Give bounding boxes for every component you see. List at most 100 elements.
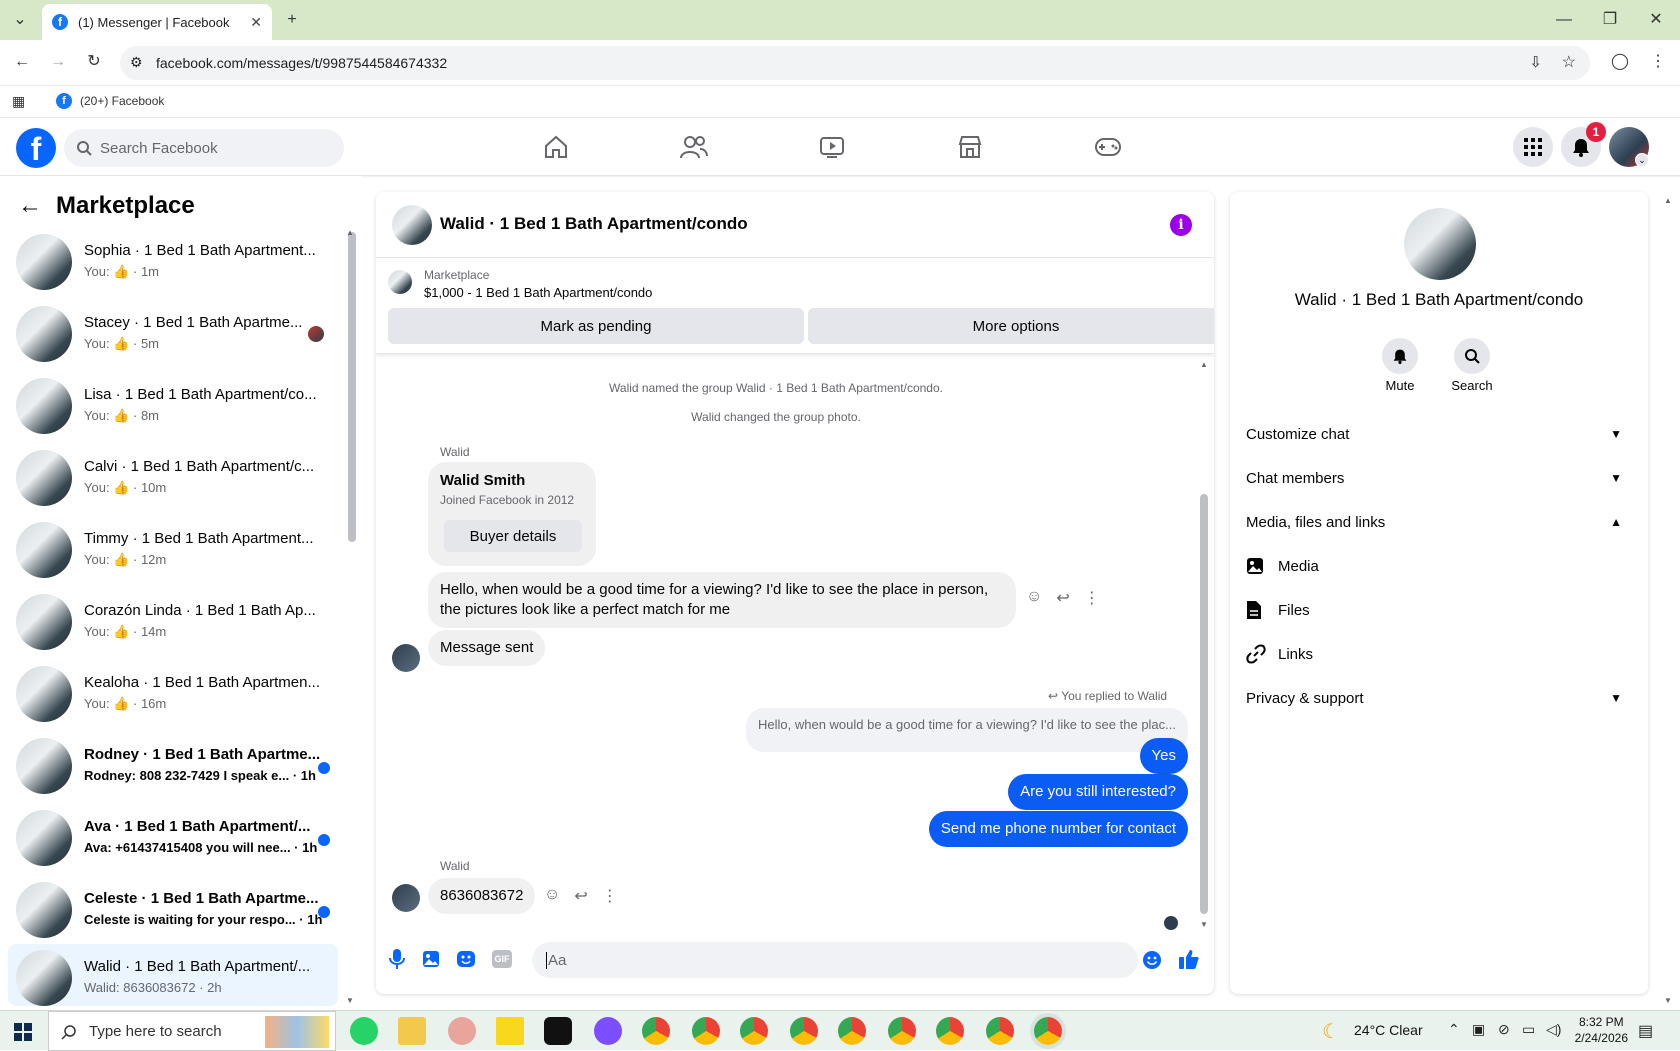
meet-icon[interactable]: ▣ (1472, 1021, 1485, 1038)
customize-chat-row[interactable]: Customize chat ▼ (1246, 416, 1630, 452)
tray-chevron-icon[interactable]: ⌃ (1448, 1021, 1460, 1038)
facebook-logo-icon[interactable]: f (16, 128, 56, 168)
incoming-message[interactable]: Hello, when would be a good time for a v… (428, 572, 1016, 628)
files-item[interactable]: Files (1246, 592, 1630, 628)
chat-title[interactable]: Walid · 1 Bed 1 Bath Apartment/condo (440, 214, 748, 234)
facebook-search-input[interactable]: Search Facebook (64, 129, 344, 167)
account-chevron-icon[interactable]: ⌄ (1635, 153, 1649, 167)
chrome-profile-icon[interactable] (838, 1017, 866, 1045)
menu-grid-icon[interactable] (1513, 127, 1553, 167)
page-scroll-down-icon[interactable]: ▼ (1664, 996, 1672, 1005)
video-icon[interactable] (814, 130, 850, 164)
thumbs-up-send-icon[interactable] (1178, 948, 1200, 970)
media-item[interactable]: Media (1246, 548, 1630, 584)
reply-icon[interactable]: ↩ (574, 886, 587, 906)
chat-scrollbar[interactable] (1200, 494, 1208, 914)
display-icon[interactable]: ▭ (1522, 1021, 1535, 1038)
apps-grid-icon[interactable]: ▦ (12, 93, 25, 110)
react-icon[interactable]: ☺ (1026, 588, 1042, 608)
sender-avatar[interactable] (392, 884, 420, 912)
sticker-icon[interactable] (456, 950, 476, 968)
outgoing-message[interactable]: Yes (1139, 738, 1188, 774)
more-icon[interactable]: ⋮ (602, 886, 618, 906)
gif-icon[interactable]: GIF (492, 950, 512, 968)
quoted-message[interactable]: Hello, when would be a good time for a v… (746, 708, 1188, 752)
friends-icon[interactable] (676, 130, 712, 164)
search-conversation-icon[interactable] (1454, 338, 1490, 374)
app-icon[interactable] (448, 1017, 476, 1045)
conversation-item[interactable]: Sophia · 1 Bed 1 Bath Apartment... You: … (8, 228, 338, 298)
outgoing-message[interactable]: Are you still interested? (1008, 774, 1188, 810)
emoji-icon[interactable] (1142, 950, 1162, 970)
conversation-item[interactable]: Rodney · 1 Bed 1 Bath Apartme... Rodney:… (8, 732, 338, 802)
weather-text[interactable]: 24°C Clear (1354, 1022, 1423, 1038)
forward-icon[interactable]: → (46, 50, 70, 74)
photo-icon[interactable] (422, 950, 440, 968)
chrome-profile-icon[interactable] (936, 1017, 964, 1045)
whatsapp-icon[interactable] (350, 1017, 378, 1045)
chat-scroll-up-icon[interactable]: ▲ (1200, 360, 1208, 369)
profile-icon[interactable]: ◯ (1608, 50, 1632, 74)
reply-icon[interactable]: ↩ (1056, 588, 1069, 608)
chat-members-row[interactable]: Chat members ▼ (1246, 460, 1630, 496)
conversation-item[interactable]: Timmy · 1 Bed 1 Bath Apartment... You: 👍… (8, 516, 338, 586)
file-explorer-icon[interactable] (398, 1017, 426, 1045)
message-input[interactable]: Aa (532, 942, 1138, 978)
back-arrow-icon[interactable]: ← (18, 192, 42, 220)
chrome-icon[interactable] (642, 1017, 670, 1045)
media-files-links-row[interactable]: Media, files and links ▲ (1246, 504, 1630, 540)
close-window-icon[interactable]: ✕ (1644, 8, 1668, 32)
mute-bell-icon[interactable] (1382, 338, 1418, 374)
conversation-item[interactable]: Ava · 1 Bed 1 Bath Apartment/... Ava: +6… (8, 804, 338, 874)
conversation-item[interactable]: Stacey · 1 Bed 1 Bath Apartme... You: 👍 … (8, 300, 338, 370)
system-clock[interactable]: 8:32 PM 2/24/2026 (1575, 1014, 1628, 1046)
notification-center-icon[interactable]: ▤ (1638, 1021, 1653, 1041)
conversation-item[interactable]: Corazón Linda · 1 Bed 1 Bath Ap... You: … (8, 588, 338, 658)
gaming-icon[interactable] (1090, 130, 1126, 164)
windows-start-icon[interactable] (14, 1023, 32, 1041)
url-field[interactable]: ⚙ facebook.com/messages/t/99875445846743… (120, 46, 1590, 80)
marketplace-icon[interactable] (952, 130, 988, 164)
back-icon[interactable]: ← (10, 50, 34, 74)
react-icon[interactable]: ☺ (544, 886, 560, 906)
conversation-item[interactable]: Kealoha · 1 Bed 1 Bath Apartmen... You: … (8, 660, 338, 730)
chat-avatar[interactable] (392, 205, 432, 245)
volume-icon[interactable]: ◁) (1546, 1021, 1561, 1038)
new-tab-icon[interactable]: + (280, 8, 304, 32)
chrome-active-icon[interactable] (1034, 1017, 1062, 1045)
privacy-support-row[interactable]: Privacy & support ▼ (1246, 680, 1630, 716)
reload-icon[interactable]: ↻ (82, 50, 106, 74)
page-scroll-up-icon[interactable]: ▲ (1664, 196, 1672, 205)
bookmark-star-icon[interactable]: ☆ (1562, 52, 1576, 72)
more-icon[interactable]: ⋮ (1084, 588, 1100, 608)
conversation-list-scrollbar[interactable] (348, 232, 356, 542)
outgoing-message[interactable]: Send me phone number for contact (928, 811, 1188, 847)
conversation-item[interactable]: Calvi · 1 Bed 1 Bath Apartment/c... You:… (8, 444, 338, 514)
menu-icon[interactable]: ⋮ (1646, 50, 1670, 74)
chrome-profile-icon[interactable] (888, 1017, 916, 1045)
chrome-profile-icon[interactable] (986, 1017, 1014, 1045)
restore-icon[interactable]: ❐ (1598, 8, 1622, 32)
sticky-notes-icon[interactable] (496, 1017, 524, 1045)
chrome-profile-icon[interactable] (692, 1017, 720, 1045)
incoming-message[interactable]: Message sent (428, 630, 546, 666)
chrome-profile-icon[interactable] (790, 1017, 818, 1045)
microphone-icon[interactable] (388, 948, 406, 970)
close-tab-icon[interactable]: ✕ (250, 14, 262, 31)
conversation-item-active[interactable]: Walid · 1 Bed 1 Bath Apartment/... Walid… (8, 944, 338, 1006)
browser-tab[interactable]: f (1) Messenger | Facebook ✕ (42, 4, 272, 40)
tab-search-icon[interactable]: ⌄ (8, 8, 32, 32)
minimize-icon[interactable]: — (1552, 8, 1576, 32)
scroll-down-icon[interactable]: ▼ (346, 996, 354, 1005)
capcut-icon[interactable] (544, 1017, 572, 1045)
group-photo[interactable] (1404, 208, 1476, 280)
site-info-icon[interactable]: ⚙ (130, 54, 143, 71)
mark-pending-button[interactable]: Mark as pending (388, 308, 804, 344)
incoming-message[interactable]: 8636083672 (428, 878, 536, 914)
listing-thumbnail[interactable] (388, 270, 412, 294)
bookmark-facebook[interactable]: (20+) Facebook (80, 94, 164, 108)
scroll-up-icon[interactable]: ▲ (346, 228, 354, 237)
conversation-item[interactable]: Lisa · 1 Bed 1 Bath Apartment/co... You:… (8, 372, 338, 442)
listing-title[interactable]: $1,000 - 1 Bed 1 Bath Apartment/condo (424, 285, 652, 300)
taskbar-search-input[interactable]: Type here to search (48, 1011, 336, 1051)
